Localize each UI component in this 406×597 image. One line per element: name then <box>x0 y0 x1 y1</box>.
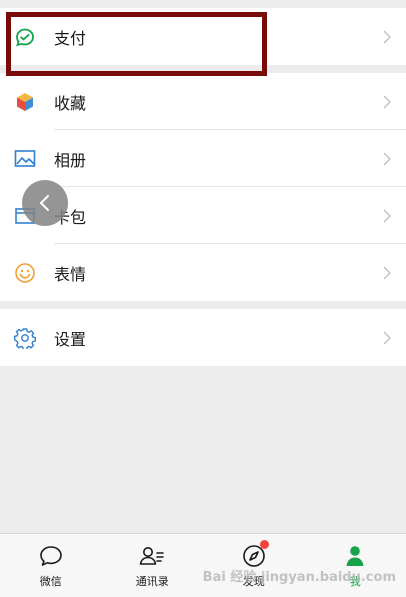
chevron-right-icon <box>380 207 394 225</box>
album-label: 相册 <box>54 150 87 170</box>
favorites-label: 收藏 <box>54 93 87 113</box>
favorites-row[interactable]: 收藏 <box>0 73 406 130</box>
album-row[interactable]: 相册 <box>0 130 406 187</box>
chevron-right-icon <box>380 28 394 46</box>
contacts-icon <box>138 542 166 570</box>
chevron-right-icon <box>380 329 394 347</box>
section-gap <box>0 301 406 309</box>
floating-back-button[interactable] <box>22 180 68 226</box>
smiley-icon <box>12 260 38 286</box>
cards-label: 卡包 <box>54 207 87 227</box>
watermark: Bai 经验 jingyan.baidu.com <box>202 570 396 585</box>
chevron-right-icon <box>380 264 394 282</box>
image-icon <box>12 146 38 172</box>
pay-row[interactable]: 支付 <box>0 8 406 65</box>
chat-bubble-icon <box>37 542 65 570</box>
tab-contacts-label: 通讯录 <box>135 575 169 588</box>
stickers-row[interactable]: 表情 <box>0 244 406 301</box>
pay-label: 支付 <box>54 28 87 48</box>
gear-icon <box>12 325 38 351</box>
chevron-left-icon <box>40 195 49 211</box>
top-gap <box>0 0 406 8</box>
section-gap <box>0 65 406 73</box>
tab-contacts[interactable]: 通讯录 <box>102 534 204 597</box>
pay-section: 支付 <box>0 8 406 65</box>
chevron-right-icon <box>380 150 394 168</box>
stickers-label: 表情 <box>54 264 87 284</box>
wallet-icon <box>12 24 38 50</box>
settings-row[interactable]: 设置 <box>0 309 406 366</box>
chevron-right-icon <box>380 93 394 111</box>
tab-chats-label: 微信 <box>39 575 62 588</box>
settings-section: 设置 <box>0 309 406 366</box>
bottom-tab-bar: 微信 通讯录 发现 我 <box>0 533 406 597</box>
tab-chats[interactable]: 微信 <box>0 534 102 597</box>
cube-icon <box>12 89 38 115</box>
settings-label: 设置 <box>54 329 87 349</box>
notification-dot <box>259 540 269 549</box>
